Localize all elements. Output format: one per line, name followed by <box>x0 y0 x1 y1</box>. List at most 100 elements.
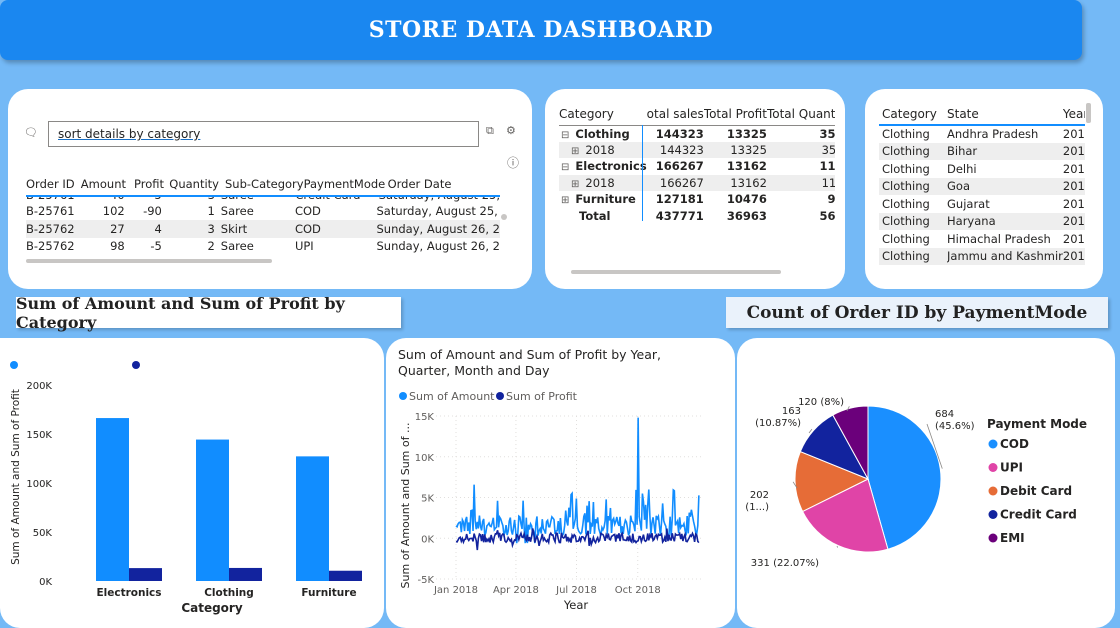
gear-icon[interactable]: ⚙ <box>506 124 516 137</box>
pie-chart-card: 684 (45.6%) 331 (22.07%) 202 (1...) 163 (10.87… <box>737 338 1115 628</box>
matrix-cell-sales: 166267 <box>655 159 704 174</box>
share-icon[interactable]: ⧉ <box>486 124 494 138</box>
qa-scroll-dot[interactable] <box>501 214 507 220</box>
table-row[interactable]: Clothing Jammu and Kashmir2018 <box>879 247 1085 265</box>
qa-query-text[interactable]: sort details by category <box>58 127 200 141</box>
y-tick-label: 150K <box>26 430 52 441</box>
expand-icon[interactable]: ⊞ <box>561 195 569 206</box>
states-header: Category State Year <box>879 103 1085 125</box>
legend-label-cod: COD <box>1000 437 1029 451</box>
col-sub-category[interactable]: Sub-Category <box>219 173 304 195</box>
bar-profit <box>229 567 262 581</box>
table-row[interactable]: Clothing Bihar 2018 <box>879 142 1085 160</box>
table-cell: 2018 <box>1062 179 1085 194</box>
matrix-total-sales: 437771 <box>655 209 704 223</box>
table-cell: 2 <box>207 239 215 254</box>
matrix-year-row[interactable]: ⊞ 2018 166267 13162 115 <box>559 174 835 191</box>
table-cell: Clothing <box>882 179 930 194</box>
table-cell: Sunday, August 26, 2 <box>376 239 500 254</box>
states-col-state[interactable]: State <box>947 103 1063 125</box>
x-axis-label: Year <box>563 598 589 612</box>
expand-icon[interactable]: ⊞ <box>571 146 579 157</box>
data-label-cod: 684 (45.6%) <box>935 409 975 432</box>
table-cell: Bihar <box>947 144 978 159</box>
info-icon[interactable]: ⓘ <box>507 154 519 171</box>
collapse-icon[interactable]: ⊟ <box>561 162 569 173</box>
qa-table: Order ID Amount Profit Quantity Sub-Cate… <box>26 173 500 257</box>
table-cell: Clothing <box>882 196 930 211</box>
table-row-partial[interactable]: B-25761 40 -5 3 Saree Credit Card Saturd… <box>26 197 500 203</box>
chat-icon[interactable]: 🗨 <box>24 126 38 139</box>
qa-horizontal-scrollbar[interactable] <box>26 259 272 263</box>
col-quantity[interactable]: Quantity <box>164 173 219 195</box>
data-label-credit-card: 163 (10.87%) <box>755 406 801 429</box>
matrix-col-category[interactable]: Category <box>559 103 647 125</box>
legend-marker-amount <box>10 361 18 369</box>
table-row[interactable]: Clothing Andhra Pradesh 2018 <box>879 125 1085 143</box>
matrix-col-sales[interactable]: otal sales <box>647 103 704 125</box>
y-axis-label: Sum of Amount and Sum of Profit <box>10 389 22 565</box>
table-cell: UPI <box>294 239 314 254</box>
bar-chart-card: 0K 50K 100K 150K 200K Sum of Amount and Sum o… <box>0 338 384 628</box>
table-cell: 27 <box>110 221 125 236</box>
matrix-cell-sales: 127181 <box>655 192 704 207</box>
states-col-year[interactable]: Year <box>1063 103 1085 125</box>
table-cell: COD <box>294 204 321 219</box>
legend-marker-profit <box>132 361 140 369</box>
bar-profit <box>329 570 362 581</box>
pie-chart: 684 (45.6%) 331 (22.07%) 202 (1...) 163 (10.87… <box>745 397 1087 569</box>
legend-label-emi: EMI <box>1000 531 1025 545</box>
legend-marker-credit-card <box>988 510 998 519</box>
col-payment-mode[interactable]: PaymentMode <box>304 173 388 195</box>
table-cell: 2018 <box>1062 144 1085 159</box>
collapse-icon[interactable]: ⊟ <box>561 130 569 141</box>
bar-amount <box>96 418 129 581</box>
states-col-category[interactable]: Category <box>879 103 947 125</box>
table-cell: Clothing <box>882 127 930 142</box>
matrix-cell-qty: 115 <box>821 175 835 190</box>
matrix-cell-profit: 10476 <box>726 192 767 207</box>
line-chart-card: Sum of Amount and Sum of Profit by Year,… <box>386 338 735 628</box>
table-row[interactable]: Clothing Gujarat 2018 <box>879 195 1085 213</box>
table-cell: 2018 <box>1062 249 1085 264</box>
matrix-label-text: 2018 <box>585 142 615 157</box>
table-cell: 4 <box>154 221 162 236</box>
matrix-row-separator <box>642 125 643 221</box>
state-table: Category State Year Clothing Andhra Prade… <box>865 89 1103 289</box>
table-row[interactable]: B-25762 27 4 3 Skirt COD Sunday, August 26, 2 <box>26 220 500 238</box>
table-row[interactable]: Clothing Delhi 2018 <box>879 160 1085 178</box>
table-row[interactable]: Clothing Haryana 2018 <box>879 212 1085 230</box>
expand-icon[interactable]: ⊞ <box>571 179 579 190</box>
states-vertical-scrollbar[interactable] <box>1086 103 1091 123</box>
matrix-col-quantity[interactable]: Total Quantit <box>767 103 835 125</box>
qa-table-header: Order ID Amount Profit Quantity Sub-Cate… <box>26 173 500 195</box>
table-cell: Sunday, August 26, 2 <box>376 221 500 236</box>
table-cell: Clothing <box>882 231 930 246</box>
matrix-year-row[interactable]: ⊞ 2018 144323 13325 351 <box>559 141 835 158</box>
col-amount[interactable]: Amount <box>79 173 126 195</box>
matrix-category-row[interactable]: ⊞ Furniture 127181 10476 94 <box>559 191 835 208</box>
matrix-header: Category otal sales Total Profit Total Q… <box>559 103 835 125</box>
y-tick-label: 10K <box>415 453 435 464</box>
table-row[interactable]: B-25762 98 -5 2 Saree UPI Sunday, August 26, 2 <box>26 238 500 256</box>
qa-search-box[interactable]: sort details by category <box>48 121 479 147</box>
matrix-category-row[interactable]: ⊟ Clothing 144323 13325 351 <box>559 125 835 142</box>
matrix-category-row[interactable]: ⊟ Electronics 166267 13162 115 <box>559 158 835 175</box>
y-tick-label: -5K <box>417 575 434 586</box>
matrix-horizontal-scrollbar[interactable] <box>571 270 781 274</box>
col-order-id[interactable]: Order ID <box>26 173 79 195</box>
table-row[interactable]: B-25761 102 -90 1 Saree COD Saturday, August 2… <box>26 203 500 221</box>
table-row[interactable]: Clothing Goa 2018 <box>879 177 1085 195</box>
legend-marker-cod <box>988 439 998 449</box>
matrix-cell-qty: 351 <box>821 142 835 157</box>
series-line-amount <box>455 417 700 544</box>
matrix-row-label: ⊟ Clothing <box>559 125 647 142</box>
col-order-date[interactable]: Order Date <box>388 173 500 195</box>
data-label-debit-card: 202 (1...) <box>745 490 769 513</box>
matrix-col-profit[interactable]: Total Profit <box>704 103 767 125</box>
table-row[interactable]: Clothing Himachal Pradesh 2018 <box>879 230 1085 248</box>
table-cell: 98 <box>110 239 125 254</box>
matrix-cell-qty: 115 <box>819 159 835 174</box>
y-tick-label: 50K <box>33 528 53 539</box>
col-profit[interactable]: Profit <box>126 173 164 195</box>
